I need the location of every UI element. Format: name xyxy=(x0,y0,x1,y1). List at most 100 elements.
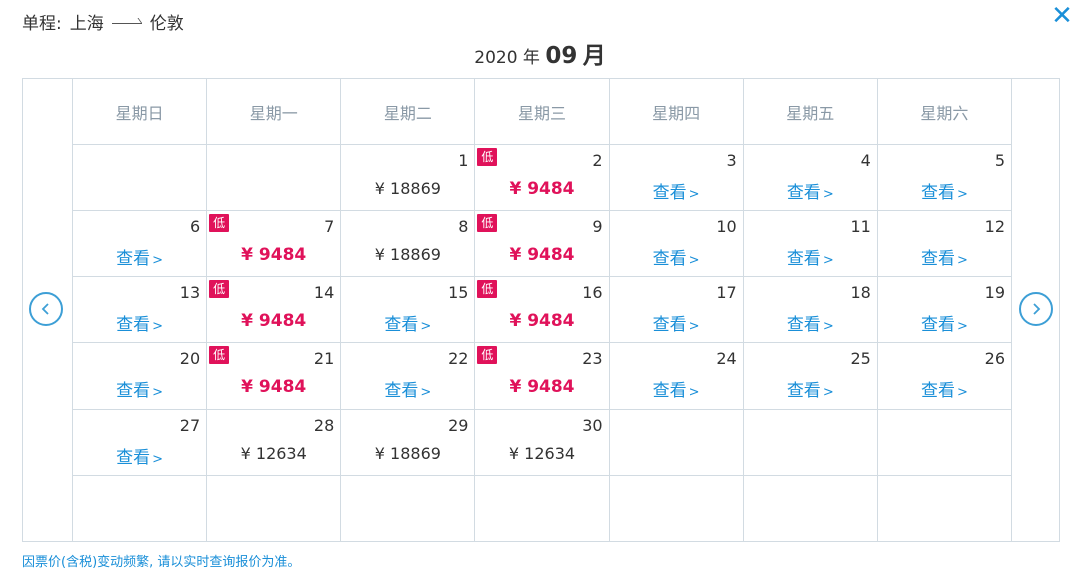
calendar-day-cell[interactable]: 3 查看 > xyxy=(608,143,744,212)
calendar-week-row: 1 ¥ 18869 2 低 ¥ 9484 3 查看 >4 查看 >5 查看 > xyxy=(71,143,1013,212)
chevron-right-icon: > xyxy=(688,385,700,401)
calendar-day-cell[interactable]: 23 低 ¥ 9484 xyxy=(474,342,610,410)
view-fare-label: 查看 xyxy=(920,381,955,402)
calendar-day-cell[interactable]: 2 低 ¥ 9484 xyxy=(474,143,610,212)
year-label: 2020 年 xyxy=(474,48,540,68)
fare-price[interactable]: ¥ 9484 xyxy=(207,311,340,331)
fare-price[interactable]: ¥ 12634 xyxy=(207,444,340,463)
view-fare-link[interactable]: 查看 > xyxy=(744,310,877,335)
view-fare-link[interactable]: 查看 > xyxy=(341,310,474,335)
calendar-day-cell[interactable]: 15 查看 > xyxy=(340,276,476,344)
prev-month-button[interactable] xyxy=(29,292,63,326)
calendar-day-cell[interactable]: 29 ¥ 18869 xyxy=(340,408,476,476)
calendar-day-cell[interactable]: 1 ¥ 18869 xyxy=(340,143,476,212)
calendar-day-cell[interactable]: 5 查看 > xyxy=(876,143,1013,212)
calendar-day-cell[interactable]: 21 低 ¥ 9484 xyxy=(206,342,342,410)
view-fare-link[interactable]: 查看 > xyxy=(610,244,743,269)
view-fare-link[interactable]: 查看 > xyxy=(878,244,1011,269)
fare-price[interactable]: ¥ 9484 xyxy=(475,179,608,199)
view-fare-link[interactable]: 查看 > xyxy=(73,244,206,269)
calendar-empty-cell xyxy=(340,474,476,543)
day-number: 18 xyxy=(850,283,871,303)
calendar-day-cell[interactable]: 27 查看 > xyxy=(71,408,208,476)
fare-price[interactable]: ¥ 9484 xyxy=(475,311,608,331)
view-fare-link[interactable]: 查看 > xyxy=(73,310,206,335)
calendar-day-cell[interactable]: 12 查看 > xyxy=(876,210,1013,278)
fare-price[interactable]: ¥ 18869 xyxy=(341,245,474,264)
fare-price[interactable]: ¥ 12634 xyxy=(475,444,608,463)
chevron-right-icon: > xyxy=(688,187,700,202)
month-unit: 月 xyxy=(582,43,606,69)
view-fare-link[interactable]: 查看 > xyxy=(878,310,1011,335)
calendar-day-cell[interactable]: 16 低 ¥ 9484 xyxy=(474,276,610,344)
calendar-week-row: 13 查看 >14 低 ¥ 9484 15 查看 >16 低 ¥ 9484 17 查看 >18 查看 >19… xyxy=(71,276,1013,344)
price-disclaimer: 因票价(含税)变动频繁, 请以实时查询报价为准。 xyxy=(22,555,301,570)
view-fare-label: 查看 xyxy=(116,315,151,336)
view-fare-label: 查看 xyxy=(116,249,151,270)
day-number: 9 xyxy=(592,217,603,237)
calendar-day-cell[interactable]: 30 ¥ 12634 xyxy=(474,408,610,476)
calendar-empty-cell xyxy=(608,408,744,476)
calendar-day-cell[interactable]: 19 查看 > xyxy=(876,276,1013,344)
day-number: 23 xyxy=(582,349,603,369)
view-fare-link[interactable]: 查看 > xyxy=(610,178,743,203)
chevron-right-icon: > xyxy=(822,319,834,335)
fare-price[interactable]: ¥ 9484 xyxy=(207,377,340,397)
calendar-day-cell[interactable]: 11 查看 > xyxy=(742,210,878,278)
fare-price[interactable]: ¥ 9484 xyxy=(207,245,340,265)
calendar-day-cell[interactable]: 17 查看 > xyxy=(608,276,744,344)
calendar-day-cell[interactable]: 13 查看 > xyxy=(71,276,208,344)
day-number: 22 xyxy=(448,349,469,369)
fare-price[interactable]: ¥ 9484 xyxy=(475,245,608,265)
chevron-right-icon: > xyxy=(152,253,164,269)
chevron-right-icon: > xyxy=(688,253,700,269)
calendar-day-cell[interactable]: 20 查看 > xyxy=(71,342,208,410)
view-fare-link[interactable]: 查看 > xyxy=(610,310,743,335)
view-fare-label: 查看 xyxy=(920,183,955,203)
calendar-day-cell[interactable]: 18 查看 > xyxy=(742,276,878,344)
view-fare-link[interactable]: 查看 > xyxy=(610,376,743,401)
calendar-week-row xyxy=(71,474,1013,543)
month-title: 2020 年 09 月 xyxy=(0,36,1080,70)
view-fare-link[interactable]: 查看 > xyxy=(341,376,474,401)
view-fare-link[interactable]: 查看 > xyxy=(744,244,877,269)
calendar-day-cell[interactable]: 7 低 ¥ 9484 xyxy=(206,210,342,278)
chevron-right-icon: > xyxy=(420,319,432,335)
fare-price[interactable]: ¥ 9484 xyxy=(475,377,608,397)
calendar-day-cell[interactable]: 6 查看 > xyxy=(71,210,208,278)
view-fare-link[interactable]: 查看 > xyxy=(744,376,877,401)
fare-price[interactable]: ¥ 18869 xyxy=(341,179,474,198)
day-number: 20 xyxy=(179,349,201,369)
calendar-day-cell[interactable]: 28 ¥ 12634 xyxy=(206,408,342,476)
view-fare-link[interactable]: 查看 > xyxy=(744,178,877,203)
view-fare-label: 查看 xyxy=(384,381,419,402)
next-month-button[interactable] xyxy=(1019,292,1053,326)
view-fare-link[interactable]: 查看 > xyxy=(878,376,1011,401)
close-icon[interactable]: ✕ xyxy=(1050,2,1074,30)
day-number: 1 xyxy=(458,151,469,170)
calendar-day-cell[interactable]: 8 ¥ 18869 xyxy=(340,210,476,278)
calendar-day-cell[interactable]: 4 查看 > xyxy=(742,143,878,212)
calendar-day-cell[interactable]: 25 查看 > xyxy=(742,342,878,410)
calendar-day-cell[interactable]: 22 查看 > xyxy=(340,342,476,410)
view-fare-link[interactable]: 查看 > xyxy=(73,443,206,468)
low-price-badge: 低 xyxy=(477,280,498,299)
view-fare-label: 查看 xyxy=(116,381,151,402)
low-price-badge: 低 xyxy=(477,148,498,166)
calendar-day-cell[interactable]: 24 查看 > xyxy=(608,342,744,410)
calendar-day-cell[interactable]: 14 低 ¥ 9484 xyxy=(206,276,342,344)
view-fare-label: 查看 xyxy=(652,315,687,336)
fare-price[interactable]: ¥ 18869 xyxy=(341,444,474,463)
view-fare-label: 查看 xyxy=(786,249,821,270)
day-number: 24 xyxy=(716,349,737,369)
day-number: 15 xyxy=(448,283,469,303)
view-fare-link[interactable]: 查看 > xyxy=(878,178,1011,203)
day-number: 5 xyxy=(994,151,1005,170)
weekday-header: 星期一 xyxy=(206,78,342,145)
calendar-day-cell[interactable]: 26 查看 > xyxy=(876,342,1013,410)
calendar-day-cell[interactable]: 9 低 ¥ 9484 xyxy=(474,210,610,278)
view-fare-label: 查看 xyxy=(652,249,687,270)
calendar-day-cell[interactable]: 10 查看 > xyxy=(608,210,744,278)
day-number: 12 xyxy=(984,217,1005,237)
view-fare-link[interactable]: 查看 > xyxy=(73,376,206,401)
